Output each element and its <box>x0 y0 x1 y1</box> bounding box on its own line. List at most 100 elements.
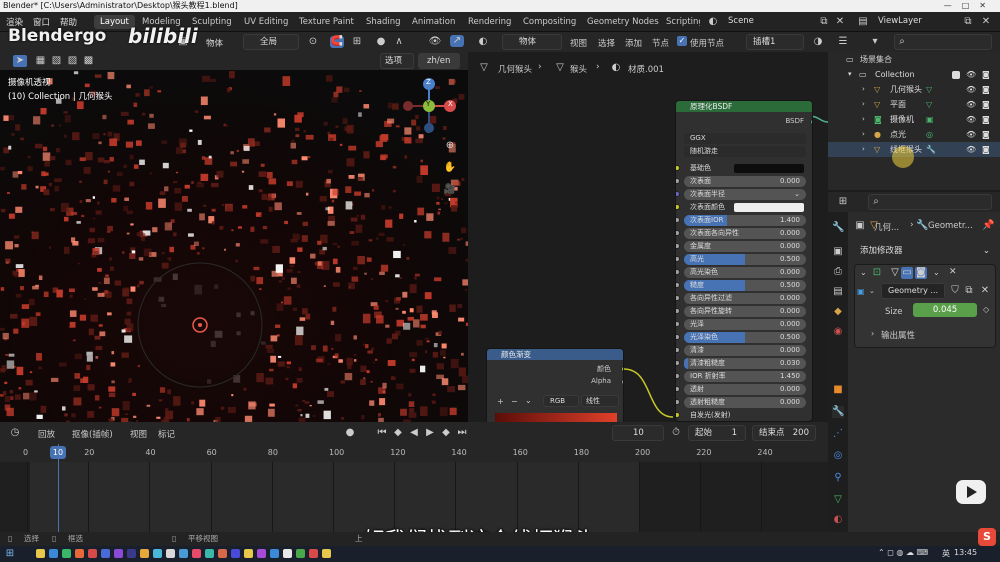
taskbar-app-icon[interactable] <box>270 549 279 558</box>
color-swatch[interactable] <box>734 164 804 173</box>
input-socket[interactable] <box>676 321 680 327</box>
eye-icon[interactable]: 👁 <box>966 142 976 157</box>
timeline[interactable]: 01020406080100120140160180200220240 10 <box>0 444 828 532</box>
bsdf-input-row[interactable]: 光泽 0.000 <box>676 319 806 330</box>
constraints-tab-icon[interactable]: ⚲ <box>832 472 844 484</box>
select-box-icon[interactable]: ▦ <box>34 55 47 67</box>
taskbar-app-icon[interactable] <box>257 549 266 558</box>
eye-icon[interactable]: 👁 <box>966 127 976 142</box>
bsdf-input-row[interactable]: 高光 0.500 <box>676 254 806 265</box>
current-frame-field[interactable]: 10 <box>612 425 664 441</box>
pivot-icon[interactable]: ⊙ <box>306 36 320 48</box>
tab-shading[interactable]: Shading <box>360 15 407 29</box>
bsdf-input-row[interactable]: 各向异性旋转 0.000 <box>676 306 806 317</box>
new-scene-icon[interactable]: ⧉ <box>818 16 830 28</box>
modifier-menu-icon[interactable]: ⌄ <box>933 268 940 277</box>
editmode-toggle-icon[interactable]: ▽ <box>889 267 901 279</box>
properties-search-input[interactable] <box>868 194 992 210</box>
taskbar-app-icon[interactable] <box>140 549 149 558</box>
taskbar-app-icon[interactable] <box>218 549 227 558</box>
editor-type-icon[interactable]: ◐ <box>476 36 490 48</box>
taskbar-app-icon[interactable] <box>322 549 331 558</box>
outliner-row-object[interactable]: ›▽线框猴头🔧👁◙ <box>828 142 1000 157</box>
input-socket[interactable] <box>676 269 680 275</box>
input-socket[interactable] <box>676 256 680 262</box>
node-editor-canvas[interactable]: 原理化BSDF BSDF GGX 随机游走 基础色 次表面 0.000 次表面半径 ⌄ 次… <box>468 82 828 422</box>
jump-keyframe-back-icon[interactable]: ◆ <box>392 427 404 439</box>
app-badge-icon[interactable]: S <box>978 528 996 546</box>
expand-arrow-icon[interactable]: › <box>862 127 865 142</box>
taskbar-app-icon[interactable] <box>244 549 253 558</box>
scene-tab-icon[interactable]: ◆ <box>832 306 844 318</box>
input-socket[interactable] <box>676 347 680 353</box>
input-socket[interactable] <box>676 386 680 392</box>
ramp-color-socket[interactable] <box>621 366 623 372</box>
taskbar-app-icon[interactable] <box>179 549 188 558</box>
viewlayer-name[interactable]: ViewLayer <box>878 16 922 26</box>
breadcrumb-object[interactable]: 几何猴头 <box>498 63 532 75</box>
outliner-row-object[interactable]: › ▽ 平面 ▽ 👁 ◙ <box>828 97 1000 112</box>
object-data-icon[interactable]: 🔧 <box>926 142 936 157</box>
timeline-type-icon[interactable]: ◷ <box>8 427 22 439</box>
bsdf-input-row[interactable]: 清漆 0.000 <box>676 345 806 356</box>
color-ramp-node[interactable]: 颜色渐变 颜色 Alpha + − ⌄ RGB 线性 <box>486 348 624 422</box>
select-tool-icon[interactable]: ➤ <box>13 55 27 67</box>
camera-view-icon[interactable]: 🎥 <box>442 184 458 196</box>
window-controls[interactable]: —□✕ <box>944 0 996 12</box>
play-reverse-icon[interactable]: ◀ <box>408 427 420 439</box>
bsdf-input-row[interactable]: 清漆粗糙度 0.030 <box>676 358 806 369</box>
proportional-edit-icon[interactable]: ● <box>374 36 388 48</box>
viewport-toggle-icon[interactable]: ▭ <box>901 267 913 279</box>
render-tab-icon[interactable]: ▣ <box>832 246 844 258</box>
play-icon[interactable]: ▶ <box>424 427 436 439</box>
timeline-menu-keying[interactable]: 抠像(插帧) <box>72 428 113 440</box>
ramp-gradient-bar[interactable] <box>495 413 617 422</box>
outliner-row-scene-collection[interactable]: ▭ 场景集合 <box>828 52 1000 67</box>
tab-geometry-nodes[interactable]: Geometry Nodes <box>581 15 665 29</box>
viewport-object-menu[interactable]: 物体 <box>206 37 223 49</box>
timeline-menu-view[interactable]: 视图 <box>130 428 147 440</box>
snap-icon[interactable]: 🧲 <box>330 36 344 48</box>
timeline-menu-marker[interactable]: 标记 <box>158 428 175 440</box>
modifier-tab-icon[interactable]: 🔧 <box>832 406 844 418</box>
tab-compositing[interactable]: Compositing <box>517 15 582 29</box>
taskbar-app-icon[interactable] <box>153 549 162 558</box>
node-object-mode[interactable]: 物体 <box>502 34 562 50</box>
camera-render-icon[interactable]: ◙ <box>982 142 990 157</box>
taskbar-app-icon[interactable] <box>192 549 201 558</box>
output-tab-icon[interactable]: ⎙ <box>832 266 844 278</box>
duplicate-icon[interactable]: ⧉ <box>963 285 975 297</box>
view-layer-tab-icon[interactable]: ▤ <box>832 286 844 298</box>
input-socket[interactable] <box>676 165 680 171</box>
ramp-add-stop-icon[interactable]: + <box>497 397 504 406</box>
node-group-menu-icon[interactable]: ⌄ <box>869 287 875 295</box>
eye-icon[interactable]: 👁 <box>966 97 976 112</box>
gizmo-toggle-icon[interactable]: ↗ <box>450 35 464 47</box>
snap-target-icon[interactable]: ⊞ <box>350 36 364 48</box>
auto-keying-icon[interactable]: ● <box>344 427 356 439</box>
ime-indicator[interactable]: 英 <box>942 548 950 559</box>
outliner-type-icon[interactable]: ☰ <box>836 36 850 48</box>
unlink-icon[interactable]: ✕ <box>979 285 991 297</box>
input-socket[interactable] <box>676 373 680 379</box>
color-swatch[interactable] <box>734 203 804 212</box>
material-slot-dropdown[interactable]: 插槽1 <box>746 34 804 50</box>
ramp-remove-stop-icon[interactable]: − <box>511 397 518 406</box>
scene-name[interactable]: Scene <box>728 16 754 26</box>
jump-keyframe-forward-icon[interactable]: ◆ <box>440 427 452 439</box>
expand-arrow-icon[interactable]: › <box>862 82 865 97</box>
particles-tab-icon[interactable]: ⋰ <box>832 428 844 440</box>
start-frame-field[interactable]: 起始 1 <box>688 425 746 441</box>
camera-render-icon[interactable]: ◙ <box>982 67 990 82</box>
fake-user-icon[interactable]: ⛉ <box>949 285 961 297</box>
object-data-icon[interactable]: ◎ <box>926 127 933 142</box>
jump-start-icon[interactable]: ⏮ <box>376 427 388 439</box>
breadcrumb-mesh[interactable]: 猴头 <box>570 63 587 75</box>
bsdf-input-row[interactable]: 金属度 0.000 <box>676 241 806 252</box>
jump-end-icon[interactable]: ⏭ <box>456 427 468 439</box>
expand-arrow-icon[interactable]: › <box>862 97 865 112</box>
input-socket[interactable] <box>676 282 680 288</box>
bsdf-input-row[interactable]: 次表面颜色 <box>676 202 806 213</box>
tray-icons[interactable]: ⌃ ◻ ◍ ☁ ⌨ <box>878 548 928 557</box>
lang-toggle-button[interactable]: zh/en <box>418 53 460 69</box>
